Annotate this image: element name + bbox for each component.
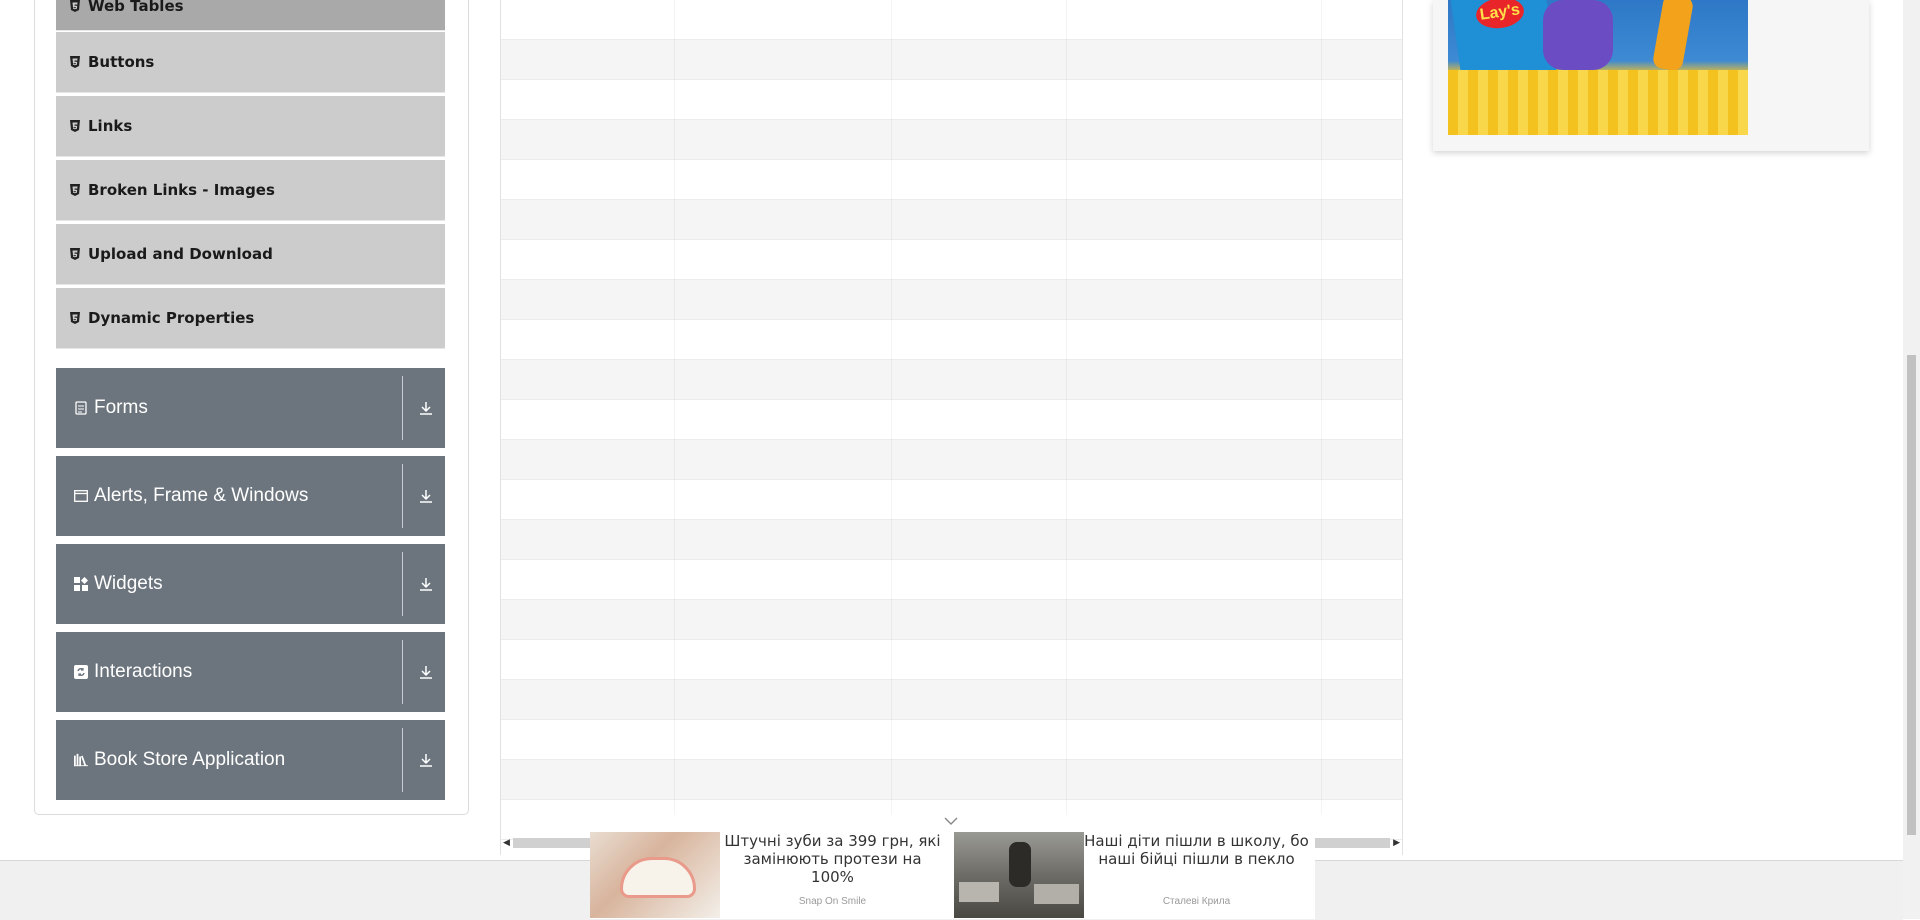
sidebar-item-links[interactable]: Links <box>56 96 445 157</box>
table-row <box>501 80 1402 120</box>
remote-image <box>1651 0 1695 73</box>
table-row <box>501 760 1402 800</box>
table-row <box>501 320 1402 360</box>
brand-label: Lay's <box>1478 1 1522 24</box>
table-row <box>501 680 1402 720</box>
chevron-down-icon[interactable] <box>943 813 959 831</box>
sidebar-item-buttons[interactable]: Buttons <box>56 32 445 93</box>
sidebar: Web Tables Buttons Links Broken Links - … <box>34 0 469 815</box>
ad-source: Сталеві Крила <box>1162 896 1231 907</box>
html5-icon <box>70 312 88 324</box>
toy-image <box>1543 0 1613 70</box>
sidebar-item-label: Buttons <box>88 53 155 71</box>
column-divider <box>1066 0 1067 815</box>
column-divider <box>1321 0 1322 815</box>
divider <box>402 552 403 616</box>
desk-image <box>959 882 999 902</box>
html5-icon <box>70 248 88 260</box>
table-row <box>501 720 1402 760</box>
scroll-right-icon[interactable]: ▶ <box>1393 837 1400 847</box>
ad-card[interactable]: Наші діти пішли в школу, бо наші бійці п… <box>954 830 1314 919</box>
group-header-widgets[interactable]: Widgets <box>56 544 445 624</box>
group-label: Forms <box>94 397 148 418</box>
document-icon <box>74 401 88 415</box>
table-row <box>501 560 1402 600</box>
sidebar-item-dynamic-properties[interactable]: Dynamic Properties <box>56 288 445 349</box>
desk-image <box>1034 884 1079 904</box>
ad-card[interactable]: Штучні зуби за 399 грн, які замінюють пр… <box>590 830 950 919</box>
group-header-forms[interactable]: Forms <box>56 368 445 448</box>
table-row <box>501 0 1402 40</box>
dentures-image <box>620 857 696 898</box>
html5-icon <box>70 184 88 196</box>
ad-source: Snap On Smile <box>798 896 867 907</box>
divider <box>402 464 403 528</box>
group-label: Alerts, Frame & Windows <box>94 485 309 506</box>
table-row <box>501 520 1402 560</box>
html5-icon <box>70 56 88 68</box>
table-row <box>501 280 1402 320</box>
window-icon <box>74 489 88 503</box>
divider <box>402 728 403 792</box>
scrollbar-thumb[interactable] <box>1907 355 1916 835</box>
sidebar-item-label: Web Tables <box>88 0 184 15</box>
table-row <box>501 240 1402 280</box>
sidebar-item-upload-download[interactable]: Upload and Download <box>56 224 445 285</box>
divider <box>402 640 403 704</box>
download-arrow-icon[interactable] <box>414 660 438 684</box>
bookshelf-icon <box>74 753 88 767</box>
web-table-grid: ◀ ▶ <box>500 0 1403 855</box>
sidebar-item-label: Broken Links - Images <box>88 181 275 199</box>
divider <box>402 376 403 440</box>
table-body <box>501 0 1402 840</box>
sidebar-item-broken-links[interactable]: Broken Links - Images <box>56 160 445 221</box>
table-row <box>501 200 1402 240</box>
group-label: Book Store Application <box>94 749 286 770</box>
ad-thumbnail[interactable] <box>590 832 720 918</box>
download-arrow-icon[interactable] <box>414 484 438 508</box>
interactions-icon <box>74 665 88 679</box>
ad-image[interactable]: Lay's <box>1448 0 1748 135</box>
table-row <box>501 440 1402 480</box>
group-label: Interactions <box>94 661 193 682</box>
ad-headline[interactable]: Штучні зуби за 399 грн, які замінюють пр… <box>720 832 945 886</box>
group-header-alerts[interactable]: Alerts, Frame & Windows <box>56 456 445 536</box>
sidebar-item-label: Upload and Download <box>88 245 273 263</box>
group-header-interactions[interactable]: Interactions <box>56 632 445 712</box>
column-divider <box>891 0 892 815</box>
html5-icon <box>70 120 88 132</box>
html5-icon <box>70 0 88 12</box>
sidebar-item-label: Links <box>88 117 133 135</box>
table-row <box>501 360 1402 400</box>
sidebar-advertisement[interactable]: Lay's <box>1433 0 1869 151</box>
table-row <box>501 480 1402 520</box>
table-row <box>501 400 1402 440</box>
ad-thumbnail[interactable] <box>954 832 1084 918</box>
group-label: Widgets <box>94 573 163 594</box>
bottom-advertisement[interactable]: Штучні зуби за 399 грн, які замінюють пр… <box>590 830 1315 919</box>
sidebar-item-label: Dynamic Properties <box>88 309 255 327</box>
table-row <box>501 600 1402 640</box>
vertical-scrollbar[interactable] <box>1903 0 1920 919</box>
download-arrow-icon[interactable] <box>414 572 438 596</box>
ad-headline[interactable]: Наші діти пішли в школу, бо наші бійці п… <box>1084 832 1309 868</box>
download-arrow-icon[interactable] <box>414 748 438 772</box>
table-row <box>501 40 1402 80</box>
group-header-book-store[interactable]: Book Store Application <box>56 720 445 800</box>
table-row <box>501 640 1402 680</box>
sidebar-item-web-tables[interactable]: Web Tables <box>56 0 445 31</box>
table-row <box>501 120 1402 160</box>
table-row <box>501 160 1402 200</box>
chips-texture <box>1448 70 1748 135</box>
download-arrow-icon[interactable] <box>414 396 438 420</box>
widgets-icon <box>74 577 88 591</box>
soldier-image <box>1009 842 1031 887</box>
column-divider <box>674 0 675 815</box>
scroll-left-icon[interactable]: ◀ <box>503 837 510 847</box>
